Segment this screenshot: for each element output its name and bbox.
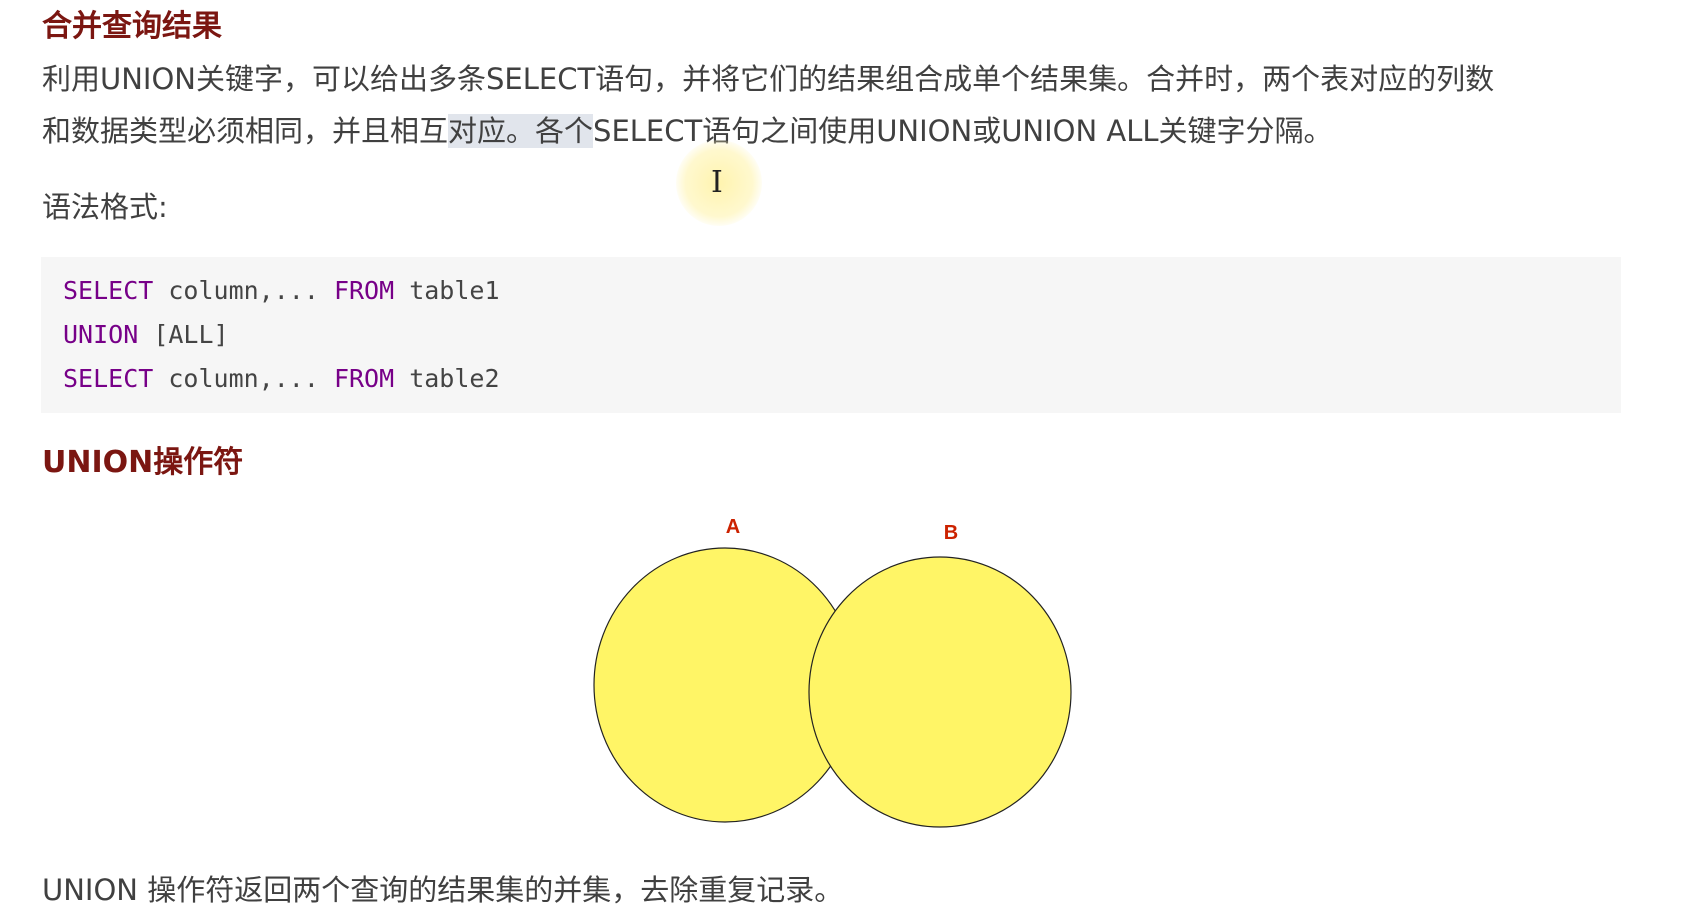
code-keyword: SELECT bbox=[63, 276, 154, 305]
code-text: column,... bbox=[153, 276, 334, 305]
syntax-label: 语法格式: bbox=[42, 190, 168, 224]
code-line: UNION [ALL] bbox=[63, 320, 229, 350]
union-operator-title: UNION操作符 bbox=[42, 445, 244, 480]
code-keyword: UNION bbox=[63, 320, 139, 349]
venn-label-a: A bbox=[726, 516, 740, 538]
intro-paragraph-line1: 利用UNION关键字，可以给出多条SELECT语句，并将它们的结果组合成单个结果… bbox=[42, 62, 1495, 96]
union-venn-diagram: A B bbox=[593, 516, 1072, 828]
code-line: SELECT column,... FROM table2 bbox=[63, 364, 500, 394]
code-keyword: FROM bbox=[333, 364, 395, 393]
venn-label-b: B bbox=[944, 522, 958, 544]
code-keyword: FROM bbox=[333, 276, 395, 305]
union-description: UNION 操作符返回两个查询的结果集的并集，去除重复记录。 bbox=[42, 873, 844, 907]
code-block[interactable]: SELECT column,... FROM table1 UNION [ALL… bbox=[41, 257, 1621, 413]
code-text: table1 bbox=[394, 276, 500, 305]
code-text: table2 bbox=[394, 364, 500, 393]
code-keyword: SELECT bbox=[63, 364, 154, 393]
code-line: SELECT column,... FROM table1 bbox=[63, 276, 500, 306]
intro-paragraph-line2: 和数据类型必须相同，并且相互对应。各个SELECT语句之间使用UNION或UNI… bbox=[42, 105, 1333, 157]
venn-circle-b bbox=[808, 556, 1072, 828]
text-selection-highlight: 对应。各个 bbox=[448, 114, 594, 148]
intro-text-segment: 和数据类型必须相同，并且相互 bbox=[42, 114, 449, 148]
text-cursor-icon: I bbox=[711, 165, 723, 200]
code-text: [ALL] bbox=[138, 320, 229, 349]
section-title: 合并查询结果 bbox=[42, 9, 222, 44]
code-text: column,... bbox=[153, 364, 334, 393]
